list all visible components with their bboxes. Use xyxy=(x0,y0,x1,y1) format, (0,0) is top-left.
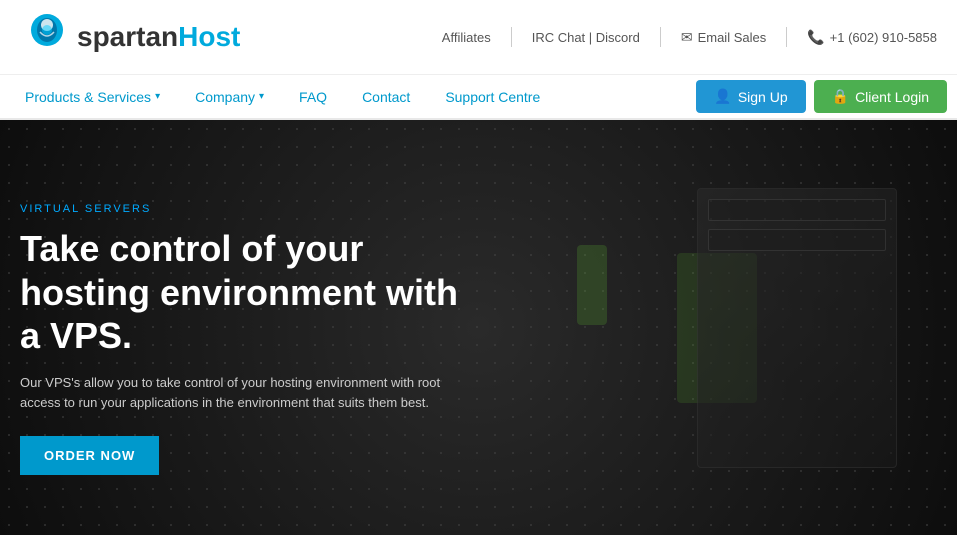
divider-2 xyxy=(660,27,661,47)
email-sales-link[interactable]: ✉ Email Sales xyxy=(681,29,766,46)
hero-content: VIRTUAL SERVERS Take control of your hos… xyxy=(20,203,479,475)
logo-icon xyxy=(20,10,75,65)
irc-link[interactable]: IRC Chat | Discord xyxy=(532,30,640,45)
hero-description: Our VPS's allow you to take control of y… xyxy=(20,373,479,412)
nav-links: Products & Services ▾ Company ▾ FAQ Cont… xyxy=(10,79,555,115)
chevron-down-icon: ▾ xyxy=(259,91,264,102)
chevron-down-icon: ▾ xyxy=(155,91,160,102)
hero-title: Take control of your hosting environment… xyxy=(20,227,479,357)
server-rack-visual xyxy=(697,188,897,468)
affiliates-link[interactable]: Affiliates xyxy=(442,30,491,45)
phone-number: 📞 +1 (602) 910-5858 xyxy=(807,29,937,46)
nav-products-services[interactable]: Products & Services ▾ xyxy=(10,79,175,115)
hero-subtitle: VIRTUAL SERVERS xyxy=(20,203,479,215)
client-login-button[interactable]: 🔒 Client Login xyxy=(814,80,947,113)
logo-area: spartanHost xyxy=(20,10,240,65)
lock-icon: 🔒 xyxy=(832,88,849,105)
nav-support[interactable]: Support Centre xyxy=(430,79,555,115)
order-now-button[interactable]: ORDER NOW xyxy=(20,436,159,475)
hero-section: VIRTUAL SERVERS Take control of your hos… xyxy=(0,120,957,535)
phone-icon: 📞 xyxy=(807,29,824,46)
send-icon: ✉ xyxy=(681,29,693,46)
nav-company[interactable]: Company ▾ xyxy=(180,79,279,115)
nav-faq[interactable]: FAQ xyxy=(284,79,342,115)
nav-bar: Products & Services ▾ Company ▾ FAQ Cont… xyxy=(0,75,957,120)
top-bar: spartanHost Affiliates IRC Chat | Discor… xyxy=(0,0,957,75)
nav-buttons: 👤 Sign Up 🔒 Client Login xyxy=(696,80,947,113)
signup-button[interactable]: 👤 Sign Up xyxy=(696,80,805,113)
divider-1 xyxy=(511,27,512,47)
user-icon: 👤 xyxy=(714,88,731,105)
nav-contact[interactable]: Contact xyxy=(347,79,425,115)
logo-wordmark: spartanHost xyxy=(77,21,240,53)
hero-accent-2 xyxy=(577,245,607,325)
top-links: Affiliates IRC Chat | Discord ✉ Email Sa… xyxy=(442,27,937,47)
divider-3 xyxy=(786,27,787,47)
